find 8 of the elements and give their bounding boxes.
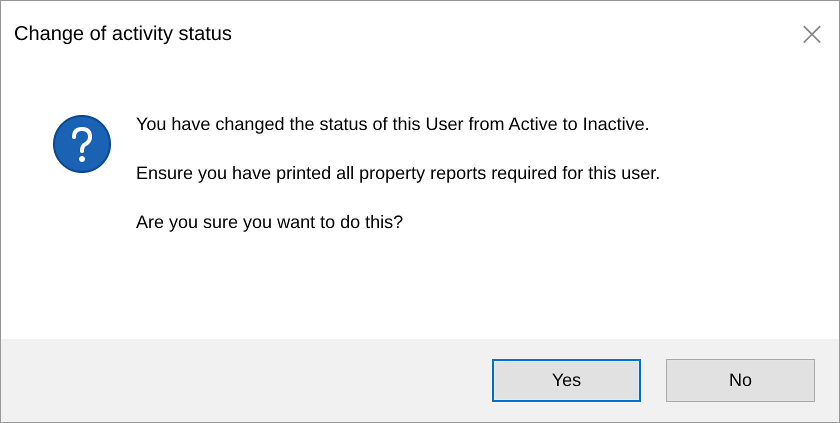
message-text: Are you sure you want to do this? <box>136 211 404 234</box>
close-button[interactable]: × <box>789 11 835 57</box>
message-text: You have changed the status of this User from Active to Inactive. <box>136 113 651 136</box>
window-title: Change of activity status <box>14 22 232 46</box>
yes-button[interactable]: Yes <box>492 359 641 402</box>
no-button[interactable]: No <box>666 359 815 402</box>
message-text: Ensure you have printed all property reports required for this user. <box>136 162 662 185</box>
question-icon <box>52 114 112 174</box>
